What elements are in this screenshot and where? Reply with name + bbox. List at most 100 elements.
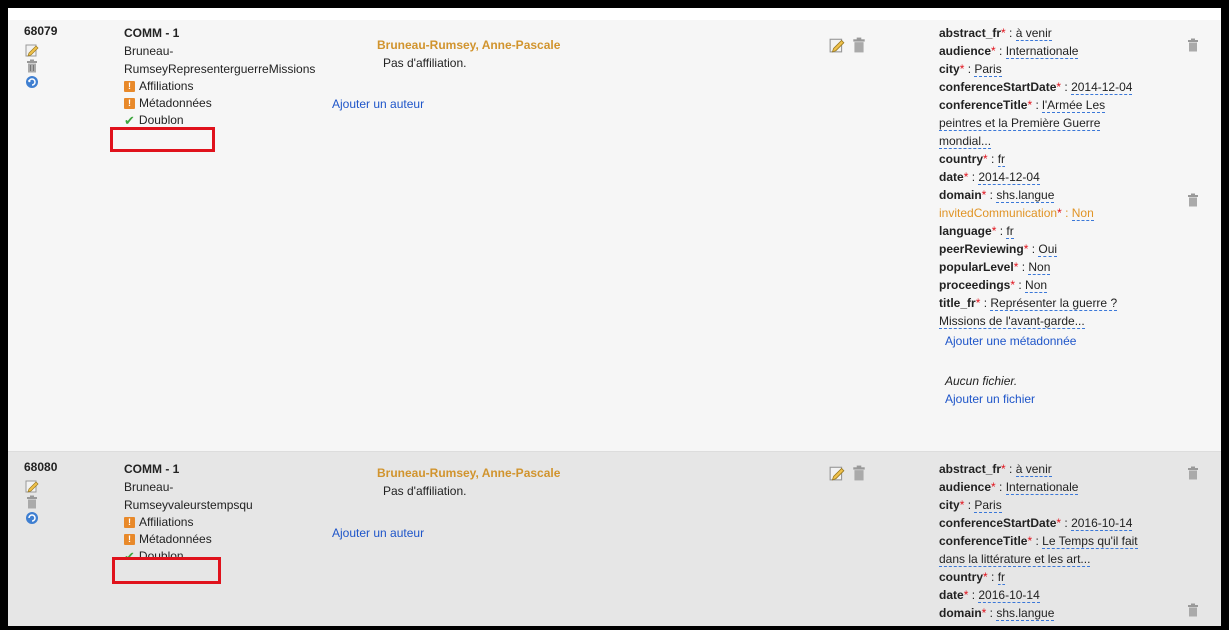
meta-value[interactable]: fr xyxy=(1006,224,1014,239)
meta-abstract: abstract_fr* : à venir xyxy=(939,26,1052,41)
meta-city: city* : Paris xyxy=(939,62,1002,77)
document-title-line: Bruneau- xyxy=(124,480,174,494)
meta-value[interactable]: Internationale xyxy=(1005,480,1079,495)
meta-value[interactable]: Missions de l'avant-garde... xyxy=(939,314,1085,329)
meta-value[interactable]: fr xyxy=(997,570,1006,585)
meta-value[interactable]: Non xyxy=(1071,206,1094,221)
meta-invited-communication: invitedCommunication* : Non xyxy=(939,206,1094,221)
meta-date: date* : 2014-12-04 xyxy=(939,170,1040,185)
document-id: 68079 xyxy=(24,24,58,38)
document-type: COMM - 1 xyxy=(124,26,180,40)
metadata-list: abstract_fr* : à venir audience* : Inter… xyxy=(939,460,1189,622)
delete-author-icon[interactable] xyxy=(851,37,867,53)
status-label: Métadonnées xyxy=(139,532,212,546)
meta-conference-title-cont: mondial... xyxy=(939,132,1189,150)
meta-proceedings: proceedings* : Non xyxy=(939,278,1048,293)
meta-domain: domain* : shs.langue xyxy=(939,606,1055,621)
meta-conference-start-date: conferenceStartDate* : 2016-10-14 xyxy=(939,516,1133,531)
add-author-link[interactable]: Ajouter un auteur xyxy=(332,97,424,111)
refresh-icon[interactable] xyxy=(25,75,39,89)
highlight-box xyxy=(112,557,221,584)
meta-country: country* : fr xyxy=(939,570,1006,585)
meta-value[interactable]: shs.langue xyxy=(996,188,1055,203)
meta-value[interactable]: Oui xyxy=(1038,242,1058,257)
document-title-line: Bruneau- xyxy=(124,44,174,58)
meta-value[interactable]: mondial... xyxy=(939,134,992,149)
delete-file-icon[interactable] xyxy=(1186,602,1200,618)
document-title-col: COMM - 1 Bruneau- RumseyRepresenterguerr… xyxy=(124,24,315,129)
author-name[interactable]: Bruneau-Rumsey, Anne-Pascale xyxy=(377,38,560,52)
meta-value[interactable]: à venir xyxy=(1015,26,1052,41)
metadata-list: abstract_fr* : à venir audience* : Inter… xyxy=(939,24,1189,408)
add-author-link[interactable]: Ajouter un auteur xyxy=(332,526,424,540)
meta-value[interactable]: à venir xyxy=(1015,462,1052,477)
meta-value[interactable]: peintres et la Première Guerre xyxy=(939,116,1101,131)
meta-value[interactable]: Le Temps qu'il fait xyxy=(1042,534,1138,549)
meta-audience: audience* : Internationale xyxy=(939,44,1079,59)
meta-conference-title-cont: dans la littérature et les art... xyxy=(939,550,1189,568)
meta-country: country* : fr xyxy=(939,152,1006,167)
meta-value[interactable]: shs.langue xyxy=(996,606,1055,621)
meta-value[interactable]: 2016-10-14 xyxy=(1071,516,1133,531)
meta-value[interactable]: dans la littérature et les art... xyxy=(939,552,1091,567)
add-file-link[interactable]: Ajouter un fichier xyxy=(945,390,1189,408)
meta-date: date* : 2016-10-14 xyxy=(939,588,1040,603)
affiliation-text: Pas d'affiliation. xyxy=(383,56,467,70)
meta-domain: domain* : shs.langue xyxy=(939,188,1055,203)
delete-metadata-icon[interactable] xyxy=(1186,37,1200,53)
document-id: 68080 xyxy=(24,460,58,474)
meta-value[interactable]: Non xyxy=(1028,260,1051,275)
meta-title-fr: title_fr* : Représenter la guerre ? xyxy=(939,296,1118,311)
meta-conference-title-cont: peintres et la Première Guerre xyxy=(939,114,1189,132)
meta-value[interactable]: 2014-12-04 xyxy=(1071,80,1133,95)
meta-value[interactable]: l'Armée Les xyxy=(1042,98,1106,113)
meta-value[interactable]: Paris xyxy=(974,62,1002,77)
add-metadata-link[interactable]: Ajouter une métadonnée xyxy=(945,332,1189,350)
edit-author-icon[interactable] xyxy=(829,465,845,481)
status-affiliations[interactable]: ! Affiliations xyxy=(124,78,315,95)
delete-author-icon[interactable] xyxy=(851,465,867,481)
delete-metadata-icon[interactable] xyxy=(1186,465,1200,481)
edit-icon[interactable] xyxy=(25,479,39,493)
document-list: 68079 COMM - 1 Bruneau- RumseyRepresente… xyxy=(8,8,1221,626)
document-type: COMM - 1 xyxy=(124,462,180,476)
meta-audience: audience* : Internationale xyxy=(939,480,1079,495)
trash-icon[interactable] xyxy=(25,59,39,73)
meta-value[interactable]: Paris xyxy=(974,498,1002,513)
delete-file-icon[interactable] xyxy=(1186,192,1200,208)
status-affiliations[interactable]: ! Affiliations xyxy=(124,514,253,531)
status-metadata[interactable]: ! Métadonnées xyxy=(124,531,253,548)
affiliation-text: Pas d'affiliation. xyxy=(383,484,467,498)
row-actions xyxy=(25,479,39,527)
document-title-col: COMM - 1 Bruneau- Rumseyvaleurstempsqu !… xyxy=(124,460,253,565)
meta-conference-title: conferenceTitle* : l'Armée Les xyxy=(939,98,1106,113)
edit-author-icon[interactable] xyxy=(829,37,845,53)
status-label: Métadonnées xyxy=(139,96,212,110)
meta-peer-reviewing: peerReviewing* : Oui xyxy=(939,242,1058,257)
meta-value[interactable]: Internationale xyxy=(1005,44,1079,59)
row-actions xyxy=(25,43,39,91)
meta-value[interactable]: Non xyxy=(1025,278,1048,293)
meta-value[interactable]: 2016-10-14 xyxy=(978,588,1040,603)
status-metadata[interactable]: ! Métadonnées xyxy=(124,95,315,112)
meta-popular-level: popularLevel* : Non xyxy=(939,260,1051,275)
trash-icon[interactable] xyxy=(25,495,39,509)
meta-value[interactable]: fr xyxy=(997,152,1006,167)
meta-title-fr-cont: Missions de l'avant-garde... xyxy=(939,312,1189,330)
meta-language: language* : fr xyxy=(939,224,1014,239)
meta-conference-start-date: conferenceStartDate* : 2014-12-04 xyxy=(939,80,1133,95)
no-file-text: Aucun fichier. xyxy=(945,374,1018,388)
warning-icon: ! xyxy=(124,517,135,528)
refresh-icon[interactable] xyxy=(25,511,39,525)
meta-city: city* : Paris xyxy=(939,498,1002,513)
meta-value[interactable]: 2014-12-04 xyxy=(978,170,1040,185)
edit-icon[interactable] xyxy=(25,43,39,57)
meta-value[interactable]: Représenter la guerre ? xyxy=(990,296,1118,311)
highlight-box xyxy=(110,127,215,152)
author-name[interactable]: Bruneau-Rumsey, Anne-Pascale xyxy=(377,466,560,480)
checkmark-icon: ✔ xyxy=(124,113,135,128)
document-row: 68080 COMM - 1 Bruneau- Rumseyvaleurstem… xyxy=(8,452,1221,626)
document-title-line: RumseyRepresenterguerreMissions xyxy=(124,62,316,76)
status-label: Affiliations xyxy=(139,79,194,93)
warning-icon: ! xyxy=(124,81,135,92)
